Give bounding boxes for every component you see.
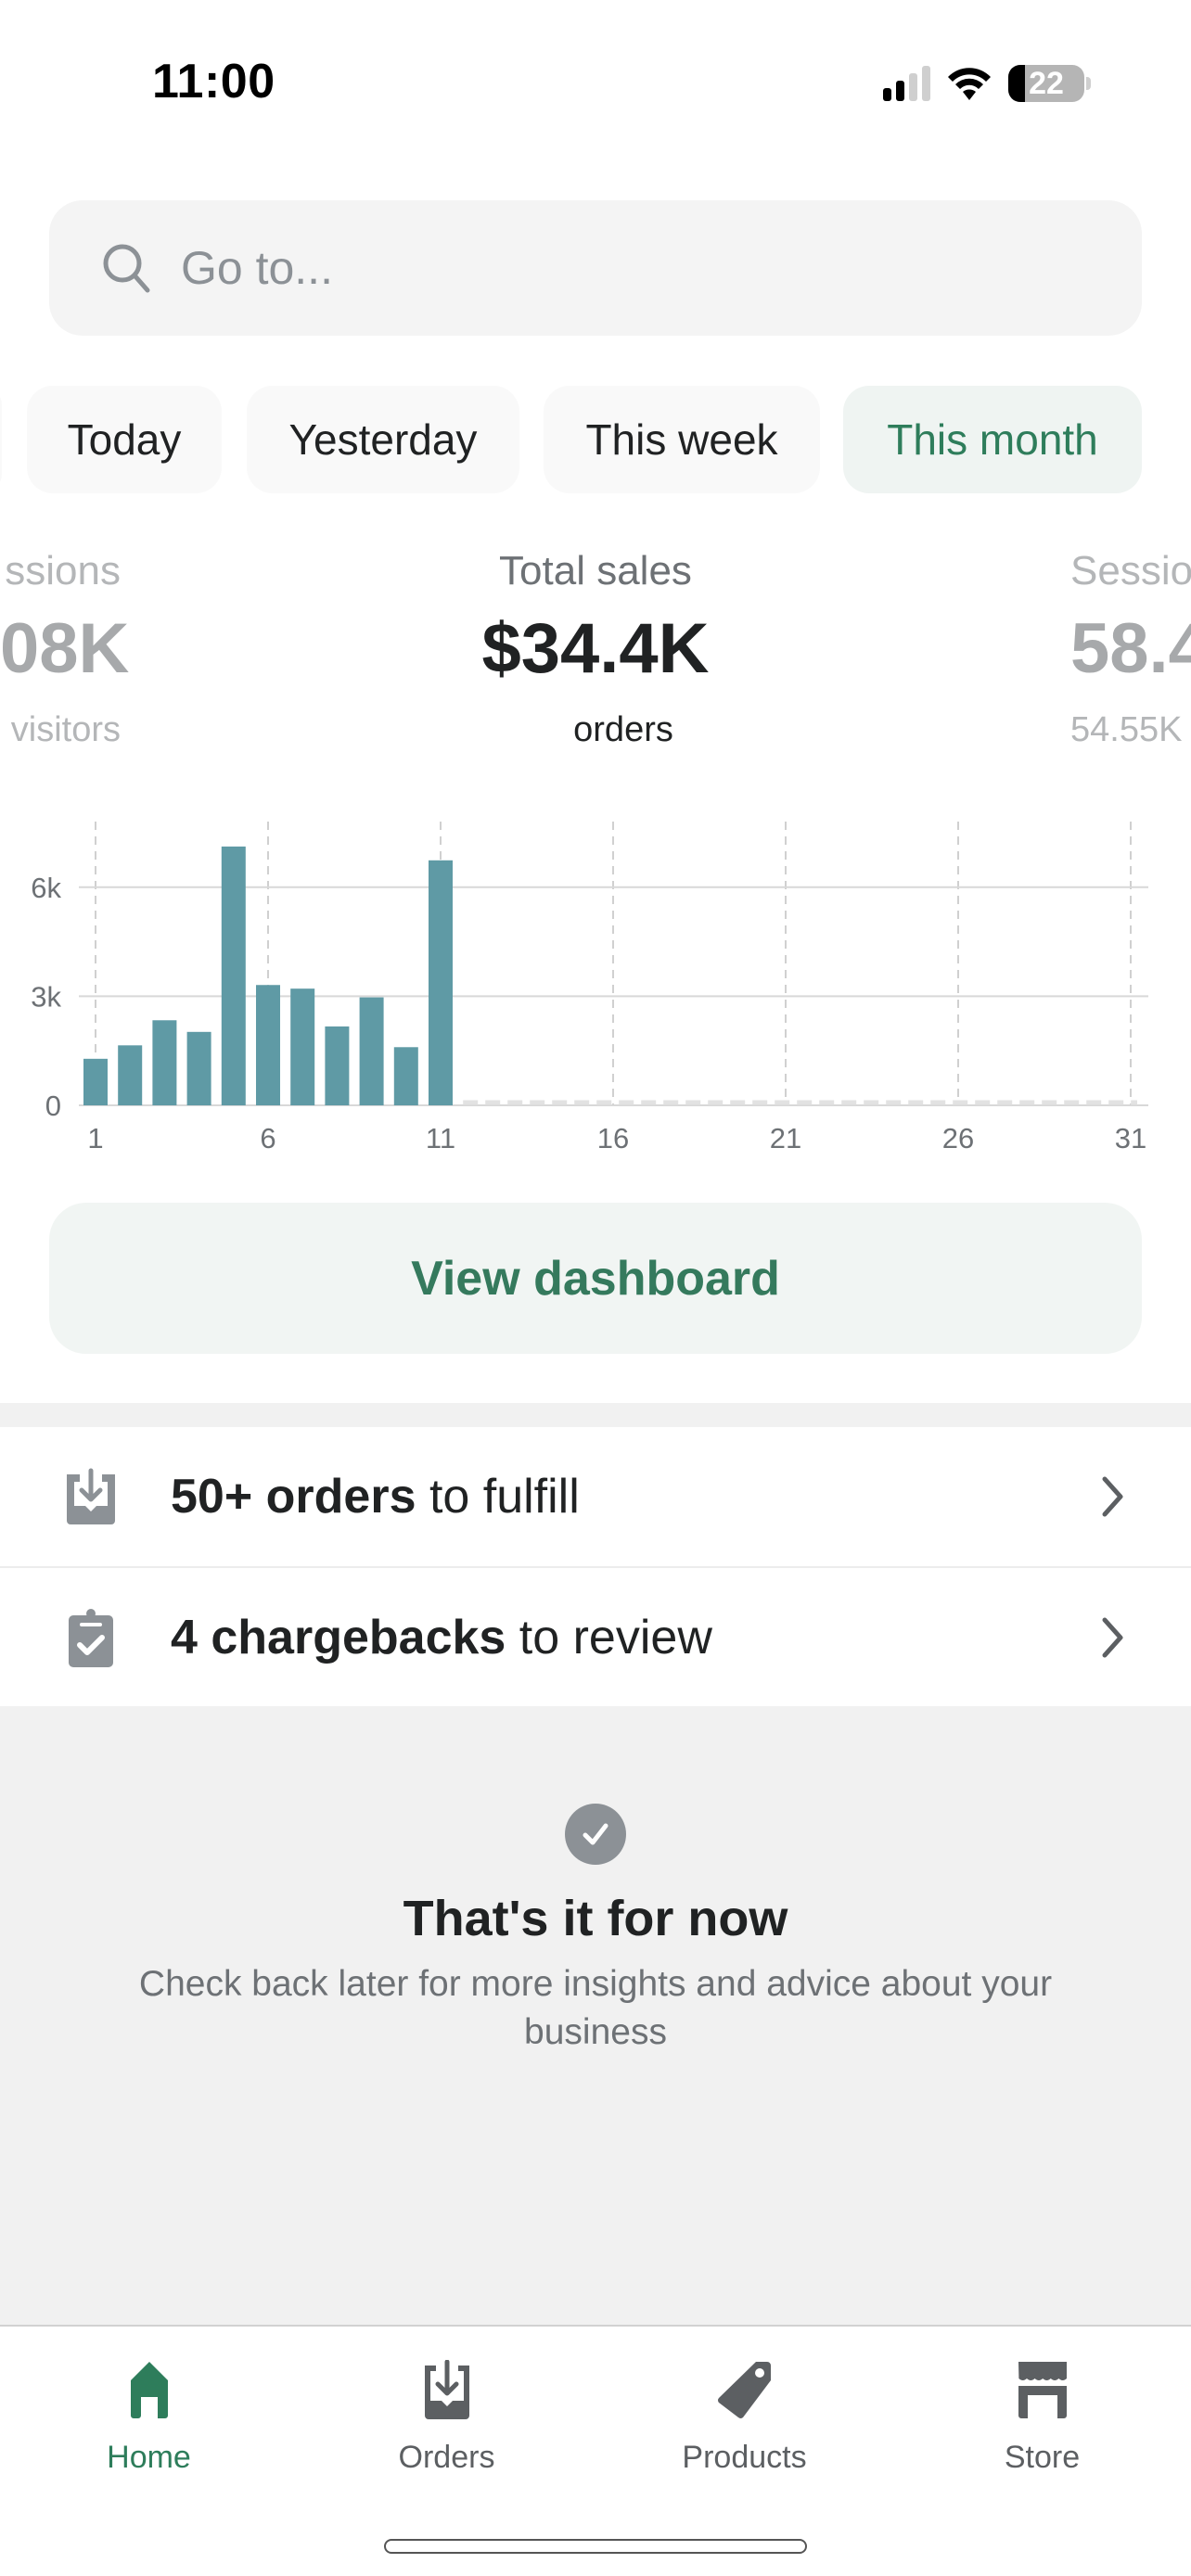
search-input[interactable] [181,241,1016,295]
chip-label: This month [887,415,1098,464]
metric-sub: orders [573,710,673,749]
x-tick-label: 21 [770,1122,801,1154]
status-time: 11:00 [152,55,275,108]
bar-day-2 [118,1045,143,1105]
orders-inbox-icon [67,1468,115,1524]
bar-day-11 [429,860,453,1105]
bar-day-5 [221,846,246,1105]
cellular-signal-icon [883,66,930,101]
chip-this-month[interactable]: This month [843,386,1142,493]
search-bar[interactable] [49,200,1142,336]
sales-chart[interactable]: 1 6 11 16 21 26 31 0 3k 6k [0,807,1191,1159]
task-count: 4 chargebacks [171,1611,506,1664]
date-filter-chips: Today Yesterday This week This month [0,386,1191,493]
x-tick-label: 26 [942,1122,974,1154]
bar-day-7 [290,988,315,1105]
task-suffix: to fulfill [416,1470,580,1524]
metric-value: 08K [0,609,130,688]
task-row-chargebacks-to-review[interactable]: 4 chargebacks to review [0,1568,1191,1707]
bar-day-8 [325,1026,350,1105]
chip-partial-offscreen[interactable] [0,386,2,493]
check-circle-icon [565,1804,626,1865]
home-indicator [384,2539,807,2554]
chevron-right-icon [1102,1476,1123,1517]
bar-day-6 [256,985,280,1105]
metric-value: 58.4 [1070,609,1191,688]
chevron-right-icon [1102,1617,1123,1658]
tab-label: Orders [398,2440,495,2475]
task-text: 50+ orders to fulfill [171,1469,580,1524]
section-separator [0,1403,1191,1427]
task-text: 4 chargebacks to review [171,1610,712,1665]
tab-label: Store [1004,2440,1081,2475]
store-icon [1018,2362,1067,2418]
view-dashboard-button[interactable]: View dashboard [49,1203,1142,1354]
chip-label: This week [585,415,778,464]
metric-sessions-next[interactable]: Sessio 58.4 54.55K [1070,547,1191,751]
tab-label: Home [107,2440,191,2475]
task-suffix: to review [506,1611,712,1664]
chip-yesterday[interactable]: Yesterday [247,386,519,493]
status-icons: 22 [883,65,1091,102]
x-tick-label: 6 [260,1122,275,1154]
y-tick-label: 6k [31,872,61,904]
clipboard-check-icon [69,1609,113,1667]
task-count: 50+ orders [171,1470,416,1524]
chip-label: Yesterday [288,415,478,464]
chip-today[interactable]: Today [27,386,222,493]
task-row-orders-to-fulfill[interactable]: 50+ orders to fulfill [0,1427,1191,1566]
chip-this-week[interactable]: This week [544,386,820,493]
x-tick-label: 11 [426,1122,455,1154]
x-tick-label: 1 [87,1122,103,1154]
metric-total-sales[interactable]: Total sales $34.4K orders [364,547,827,751]
tab-orders[interactable]: Orders [298,2327,596,2493]
metric-label: Sessio [1070,548,1191,593]
metrics-carousel[interactable]: ssions 08K visitors Total sales $34.4K o… [0,547,1191,760]
tag-icon [717,2362,771,2418]
chip-label: Today [67,415,182,464]
tab-label: Products [682,2440,807,2475]
tab-store[interactable]: Store [893,2327,1191,2493]
tab-products[interactable]: Products [596,2327,893,2493]
sales-bar-chart: 1 6 11 16 21 26 3103k6k [31,822,1148,1154]
tab-home[interactable]: Home [0,2327,298,2493]
metric-sessions-prev[interactable]: ssions 08K visitors [0,547,130,751]
x-tick-label: 31 [1115,1122,1146,1154]
orders-icon [424,2360,469,2419]
metric-sub: 54.55K [1070,710,1183,749]
bar-day-4 [186,1031,211,1105]
home-icon [130,2362,168,2418]
empty-state-title: That's it for now [403,1891,788,1946]
battery-cap [1086,77,1091,90]
y-tick-label: 3k [31,980,61,1013]
x-tick-label: 16 [597,1122,629,1154]
battery-percent: 22 [1029,65,1064,101]
status-bar: 11:00 22 [0,0,1191,176]
metric-sub: visitors [10,710,121,749]
wifi-icon [948,68,991,100]
metric-label: Total sales [499,548,692,593]
bar-day-9 [359,997,384,1105]
empty-state-description: Check back later for more insights and a… [138,1964,1053,2052]
bar-day-1 [83,1058,108,1105]
y-tick-label: 0 [45,1090,61,1122]
battery-icon: 22 [1008,65,1084,102]
search-icon [103,244,150,293]
metric-value: $34.4K [481,609,710,688]
bar-day-10 [393,1047,418,1105]
metric-label: ssions [5,548,121,593]
bar-day-3 [152,1020,177,1105]
